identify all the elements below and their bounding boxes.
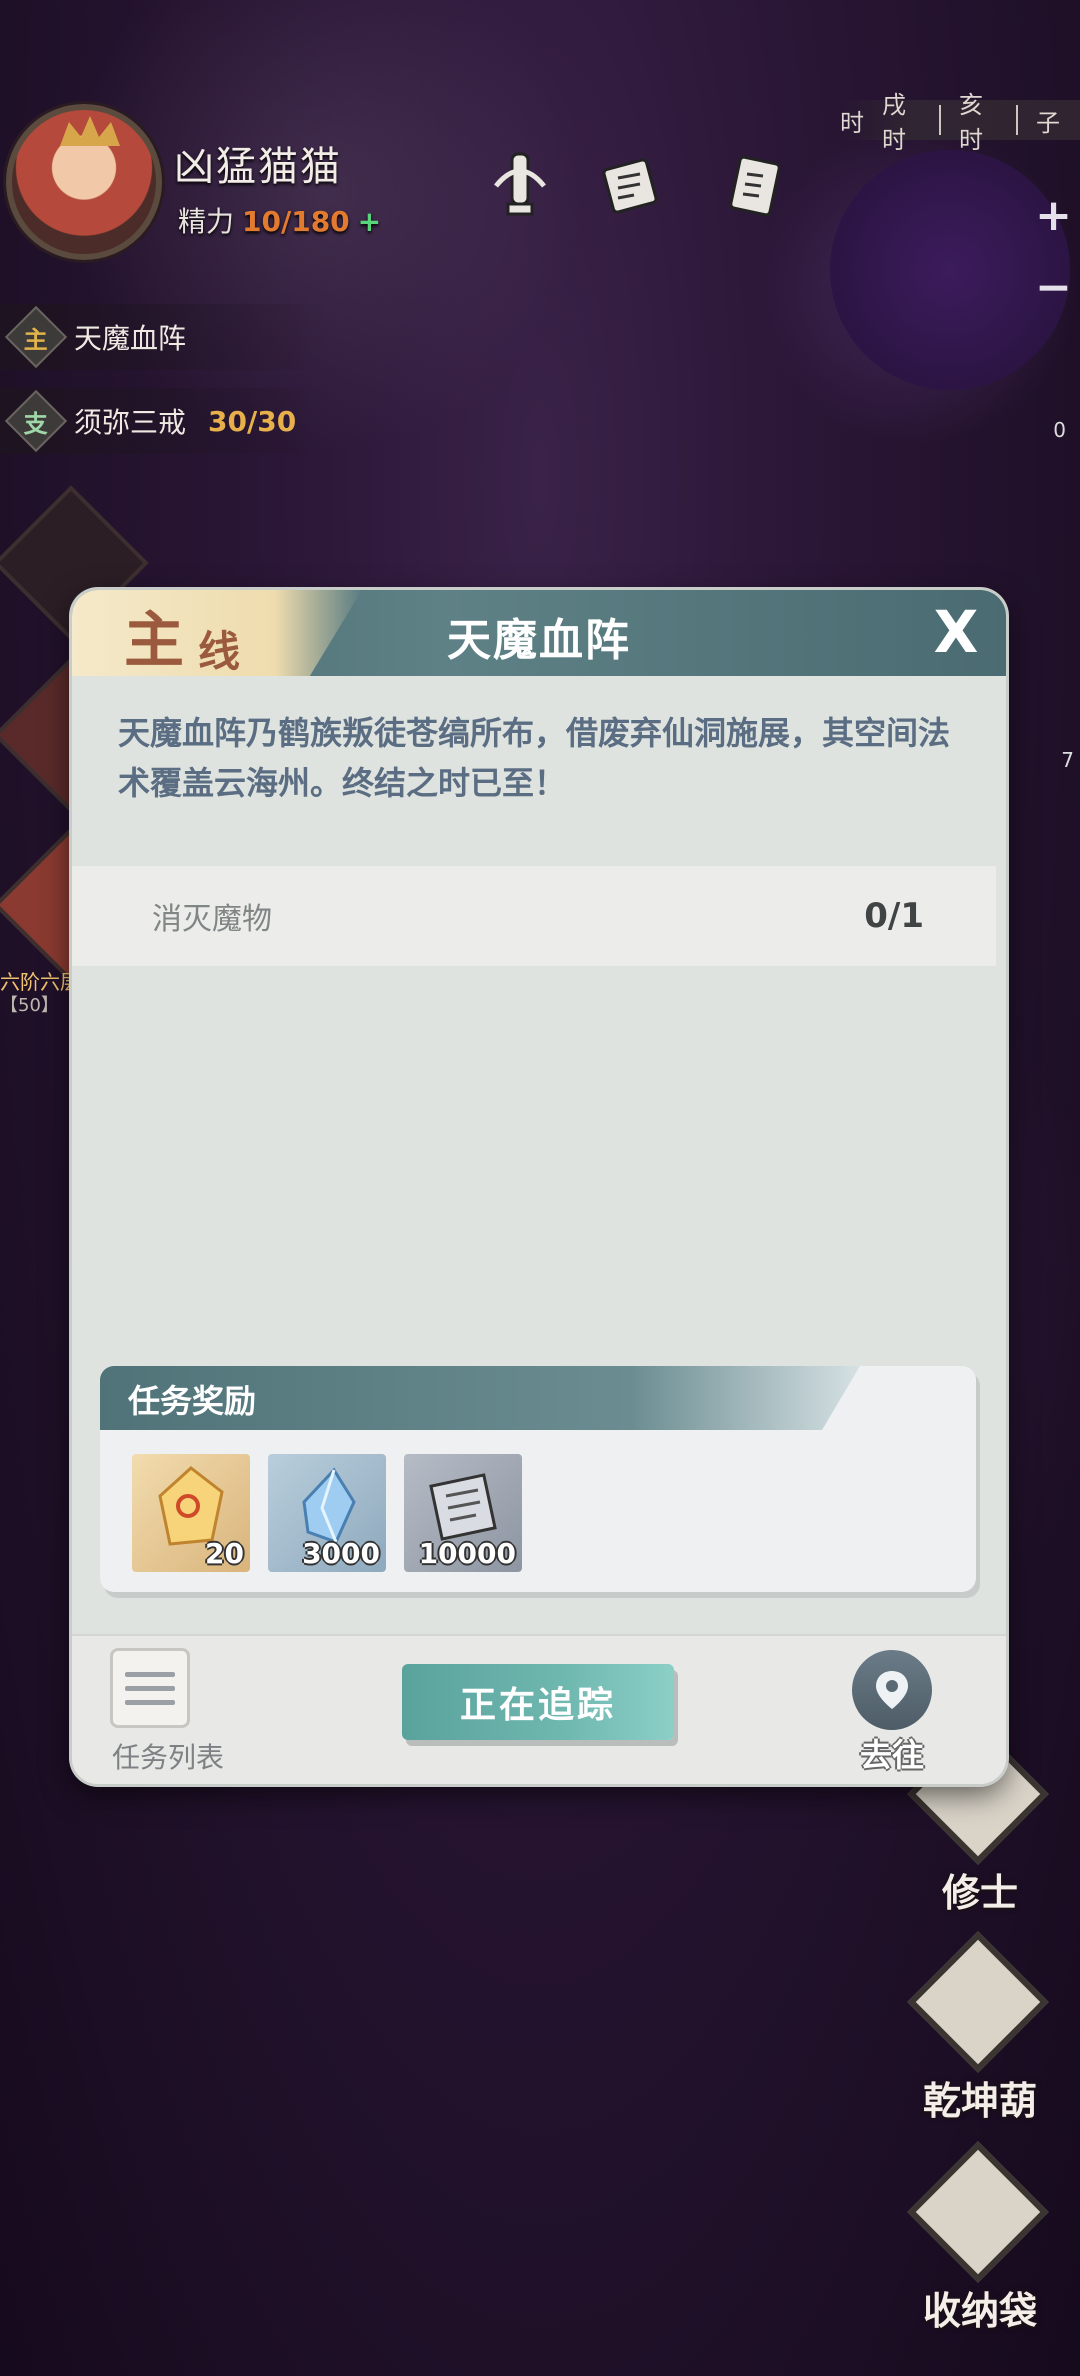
- quest-list-label[interactable]: 任务列表: [112, 1736, 224, 1776]
- list-icon-line: [125, 1685, 175, 1691]
- side-quest-tracker[interactable]: 支 须弥三戒 30/30: [0, 388, 330, 454]
- time-strip: 时 戌时 亥时 子: [840, 91, 1080, 154]
- reward-panel: 任务奖励 20 3000 10000: [100, 1366, 976, 1592]
- goto-button[interactable]: [852, 1650, 932, 1730]
- quest-description: 天魔血阵乃鹤族叛徒苍缟所布，借废弃仙洞施展，其空间法术覆盖云海州。终结之时已至！: [118, 714, 951, 802]
- bell-totem-icon[interactable]: [490, 146, 550, 226]
- player-avatar[interactable]: [6, 104, 162, 260]
- energy-display: 精力 10/180 +: [178, 200, 381, 240]
- lantern-counter[interactable]: 0: [1053, 418, 1066, 442]
- reward-item-scroll[interactable]: 10000: [404, 1454, 522, 1572]
- reward-title: 任务奖励: [128, 1382, 257, 1420]
- main-quest-name: 天魔血阵: [74, 322, 187, 355]
- zoom-in-button[interactable]: +: [1035, 190, 1072, 241]
- objective-progress: 0/1: [864, 896, 924, 936]
- time-item: 戌时: [882, 91, 906, 154]
- modal-title: 天魔血阵: [447, 615, 631, 666]
- reward-item-gold-crystal[interactable]: 20: [132, 1454, 250, 1572]
- tracking-button[interactable]: 正在追踪: [402, 1664, 674, 1740]
- cultivator-label: 修士: [941, 1870, 1018, 1915]
- gourd-button[interactable]: 乾坤葫: [900, 1931, 1060, 2152]
- time-divider: [939, 105, 941, 135]
- quest-objective-row: 消灭魔物 0/1: [72, 866, 996, 966]
- map-pin-icon: [876, 1671, 908, 1709]
- side-quest-tag: 支: [4, 389, 68, 453]
- storage-bag-icon: [907, 2141, 1049, 2283]
- objective-name: 消灭魔物: [152, 902, 272, 937]
- reward-header: 任务奖励: [100, 1366, 860, 1430]
- side-quest-progress: 30/30: [208, 404, 297, 438]
- gourd-icon: [907, 1931, 1049, 2073]
- energy-label: 精力: [178, 205, 235, 238]
- reward-count: 20: [205, 1537, 244, 1570]
- quest-detail-modal: 主 线 天魔血阵 X 天魔血阵乃鹤族叛徒苍缟所布，借废弃仙洞施展，其空间法术覆盖…: [72, 590, 1006, 1784]
- time-item: 亥时: [959, 91, 983, 154]
- reward-count: 10000: [418, 1537, 516, 1570]
- list-icon-line: [125, 1671, 175, 1677]
- gourd-label: 乾坤葫: [922, 2078, 1037, 2123]
- crown-icon: [60, 116, 120, 146]
- energy-value: 10/180: [242, 205, 350, 238]
- modal-footer: 任务列表 正在追踪 去往: [72, 1634, 1006, 1784]
- side-quest-name: 须弥三戒: [74, 406, 187, 439]
- main-quest-tracker[interactable]: 主 天魔血阵: [0, 304, 330, 370]
- storage-bag-button[interactable]: 收纳袋: [900, 2141, 1060, 2362]
- close-button[interactable]: X: [924, 598, 988, 666]
- tower-floor-level: 【50】: [0, 995, 59, 1016]
- time-divider: [1016, 105, 1018, 135]
- reward-item-blue-crystal[interactable]: 3000: [268, 1454, 386, 1572]
- storage-bag-label: 收纳袋: [922, 2288, 1037, 2333]
- side-number: 7: [1061, 748, 1074, 772]
- quest-list-button[interactable]: [110, 1648, 190, 1728]
- zoom-out-button[interactable]: −: [1035, 262, 1072, 313]
- scroll-map-icon[interactable]: [600, 146, 660, 226]
- list-icon-line: [125, 1699, 175, 1705]
- time-item: 时: [840, 108, 864, 137]
- time-item: 子: [1036, 108, 1060, 137]
- player-name: 凶猛猫猫: [174, 144, 342, 190]
- rules-scroll-icon[interactable]: [725, 146, 785, 226]
- minimap[interactable]: [830, 150, 1070, 390]
- goto-label[interactable]: 去往: [860, 1730, 924, 1776]
- tower-floor-label: 六阶六层 【50】: [0, 970, 80, 1016]
- modal-header: 主 线 天魔血阵 X: [72, 590, 1006, 676]
- energy-add-button[interactable]: +: [358, 205, 381, 238]
- reward-count: 3000: [302, 1537, 380, 1570]
- main-quest-tag: 主: [4, 305, 68, 369]
- reward-list: 20 3000 10000: [132, 1454, 522, 1572]
